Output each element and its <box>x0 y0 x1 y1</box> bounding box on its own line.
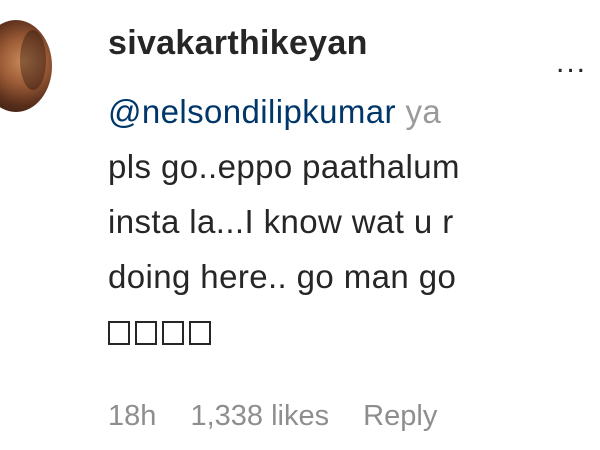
comment-line-2: pls go..eppo paathalum <box>108 148 460 185</box>
avatar-shade <box>20 30 46 90</box>
comment-line-1: @nelsondilipkumar ya <box>108 84 598 139</box>
emoji-placeholder-icon <box>135 321 157 345</box>
avatar[interactable] <box>0 20 52 112</box>
reply-button[interactable]: Reply <box>363 400 437 432</box>
comment-username[interactable]: sivakarthikeyan <box>108 24 368 63</box>
emoji-placeholder-icon <box>108 321 130 345</box>
comment-body: @nelsondilipkumar ya pls go..eppo paatha… <box>108 84 598 359</box>
comment-time: 18h <box>108 400 157 432</box>
comment-line-4: doing here.. go man go <box>108 258 457 295</box>
comment-line-5 <box>108 304 598 359</box>
emoji-placeholder-icon <box>162 321 184 345</box>
emoji-placeholder-icon <box>189 321 211 345</box>
mention-link[interactable]: @nelsondilipkumar <box>108 93 396 130</box>
comment-likes[interactable]: 1,338 likes <box>190 400 329 432</box>
comment-meta: 18h 1,338 likes Reply <box>108 400 463 433</box>
comment-line-3: insta la...I know wat u r <box>108 203 454 240</box>
comment-text-inline: ya <box>405 93 442 130</box>
more-options-icon[interactable]: ... <box>556 48 587 78</box>
